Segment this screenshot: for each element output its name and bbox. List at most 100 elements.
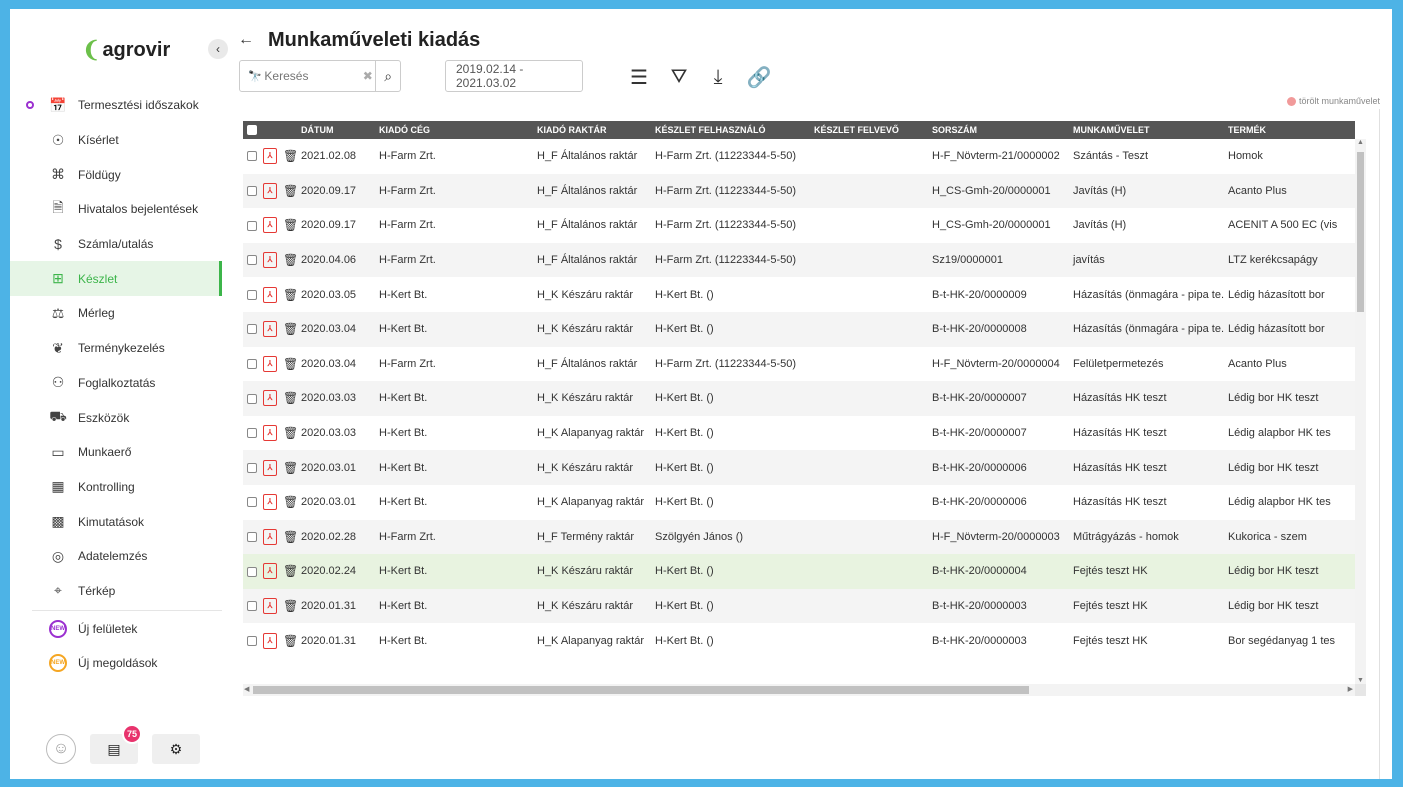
trash-icon[interactable]: 🗑 <box>279 520 297 555</box>
column-header[interactable]: KÉSZLET FELHASZNÁLÓ <box>651 121 810 139</box>
horizontal-scroll-thumb[interactable] <box>253 686 1029 694</box>
table-row[interactable]: ⅄ 🗑 2020.09.17 H-Farm Zrt. H_F Általános rak… <box>243 208 1355 243</box>
column-header[interactable]: KIADÓ RAKTÁR <box>533 121 651 139</box>
trash-icon[interactable]: 🗑 <box>279 277 297 312</box>
column-header[interactable]: DÁTUM <box>297 121 375 139</box>
pdf-icon[interactable]: ⅄ <box>259 416 279 451</box>
table-row[interactable]: ⅄ 🗑 2020.02.24 H-Kert Bt. H_K Készáru raktár… <box>243 554 1355 589</box>
trash-icon[interactable]: 🗑 <box>279 416 297 451</box>
table-row[interactable]: ⅄ 🗑 2020.03.05 H-Kert Bt. H_K Készáru raktár… <box>243 277 1355 312</box>
settings-button[interactable]: ⚙ <box>152 734 200 764</box>
row-checkbox[interactable] <box>243 277 259 312</box>
pdf-icon[interactable]: ⅄ <box>259 139 279 174</box>
column-header[interactable]: SORSZÁM <box>928 121 1069 139</box>
row-checkbox[interactable] <box>243 381 259 416</box>
sidebar-item-1[interactable]: ☉ Kísérlet <box>10 123 222 158</box>
sidebar-item-10[interactable]: ▭ Munkaerő <box>10 435 222 470</box>
sidebar-item-13[interactable]: ◎ Adatelemzés <box>10 539 222 574</box>
avatar[interactable]: ☺ <box>46 734 76 764</box>
sidebar-item-5[interactable]: ⊞ Készlet <box>10 261 222 297</box>
scroll-up-icon[interactable]: ▲ <box>1357 139 1364 146</box>
vertical-scroll-thumb[interactable] <box>1357 152 1364 312</box>
trash-icon[interactable]: 🗑 <box>279 139 297 174</box>
scroll-right-icon[interactable]: ▶ <box>1348 685 1353 693</box>
row-checkbox[interactable] <box>243 589 259 624</box>
horizontal-scrollbar[interactable]: ◀ ▶ <box>243 684 1355 696</box>
column-header[interactable]: KIADÓ CÉG <box>375 121 533 139</box>
pdf-icon[interactable]: ⅄ <box>259 347 279 382</box>
trash-icon[interactable]: 🗑 <box>279 554 297 589</box>
table-row[interactable]: ⅄ 🗑 2020.02.28 H-Farm Zrt. H_F Termény raktá… <box>243 519 1355 555</box>
sidebar-item-4[interactable]: $ Számla/utalás <box>10 227 222 262</box>
table-row[interactable]: ⅄ 🗑 2020.03.01 H-Kert Bt. H_K Készáru raktár… <box>243 450 1355 485</box>
trash-icon[interactable]: 🗑 <box>279 623 297 658</box>
trash-icon[interactable]: 🗑 <box>279 208 297 243</box>
table-row[interactable]: ⅄ 🗑 2020.01.31 H-Kert Bt. H_K Készáru raktár… <box>243 588 1355 624</box>
table-row[interactable]: ⅄ 🗑 2020.09.17 H-Farm Zrt. H_F Általános rak… <box>243 173 1355 209</box>
trash-icon[interactable]: 🗑 <box>279 174 297 209</box>
sidebar-new-item-0[interactable]: NEW Új felületek <box>10 611 222 646</box>
table-row[interactable]: ⅄ 🗑 2020.03.03 H-Kert Bt. H_K Alapanyag rakt… <box>243 416 1355 451</box>
row-checkbox[interactable] <box>243 520 259 555</box>
pdf-icon[interactable]: ⅄ <box>259 277 279 312</box>
collapse-sidebar-button[interactable]: ‹ <box>208 39 228 59</box>
pdf-icon[interactable]: ⅄ <box>259 312 279 347</box>
trash-icon[interactable]: 🗑 <box>279 312 297 347</box>
row-checkbox[interactable] <box>243 554 259 589</box>
sidebar-item-9[interactable]: ⛟ Eszközök <box>10 400 222 435</box>
logo[interactable]: ❨ agrovir <box>82 37 170 63</box>
row-checkbox[interactable] <box>243 416 259 451</box>
sidebar-item-7[interactable]: ❦ Terménykezelés <box>10 331 222 366</box>
pdf-icon[interactable]: ⅄ <box>259 554 279 589</box>
table-row[interactable]: ⅄ 🗑 2020.03.03 H-Kert Bt. H_K Készáru raktár… <box>243 381 1355 416</box>
pdf-icon[interactable]: ⅄ <box>259 623 279 658</box>
trash-icon[interactable]: 🗑 <box>279 347 297 382</box>
sidebar-item-6[interactable]: ⚖ Mérleg <box>10 296 222 331</box>
scroll-down-icon[interactable]: ▼ <box>1357 677 1364 684</box>
row-checkbox[interactable] <box>243 208 259 243</box>
trash-icon[interactable]: 🗑 <box>279 450 297 485</box>
sidebar-item-2[interactable]: ⌘ Földügy <box>10 157 222 192</box>
sidebar-item-0[interactable]: 📅 Termesztési időszakok <box>10 88 222 123</box>
messages-button[interactable]: ▤ 75 <box>90 724 142 764</box>
pdf-icon[interactable]: ⅄ <box>259 589 279 624</box>
pdf-icon[interactable]: ⅄ <box>259 485 279 520</box>
scroll-left-icon[interactable]: ◀ <box>244 685 249 693</box>
sidebar-item-8[interactable]: ⚇ Foglalkoztatás <box>10 366 222 401</box>
trash-icon[interactable]: 🗑 <box>279 589 297 624</box>
pdf-icon[interactable]: ⅄ <box>259 450 279 485</box>
download-icon[interactable]: ⤓ <box>706 65 730 89</box>
table-row[interactable]: ⅄ 🗑 2020.03.01 H-Kert Bt. H_K Alapanyag rakt… <box>243 485 1355 520</box>
trash-icon[interactable]: 🗑 <box>279 381 297 416</box>
pdf-icon[interactable]: ⅄ <box>259 243 279 278</box>
search-button[interactable]: ⌕ <box>375 61 400 91</box>
trash-icon[interactable]: 🗑 <box>279 485 297 520</box>
column-header[interactable]: MUNKAMŰVELET <box>1069 121 1224 139</box>
row-checkbox[interactable] <box>243 174 259 209</box>
row-checkbox[interactable] <box>243 243 259 278</box>
select-all-checkbox[interactable] <box>243 121 259 139</box>
table-row[interactable]: ⅄ 🗑 2020.03.04 H-Kert Bt. H_K Készáru raktár… <box>243 311 1355 347</box>
clear-search-icon[interactable]: ✖ <box>360 69 375 83</box>
pdf-icon[interactable]: ⅄ <box>259 520 279 555</box>
date-range-input[interactable]: 2019.02.14 - 2021.03.02 <box>445 60 583 92</box>
row-checkbox[interactable] <box>243 347 259 382</box>
pdf-icon[interactable]: ⅄ <box>259 381 279 416</box>
sidebar-new-item-1[interactable]: NEW Új megoldások <box>10 646 222 681</box>
sidebar-item-14[interactable]: ⌖ Térkép <box>10 574 222 609</box>
columns-icon[interactable]: ☰ <box>627 65 651 89</box>
link-icon[interactable]: 🔗 <box>747 65 772 89</box>
row-checkbox[interactable] <box>243 623 259 658</box>
pdf-icon[interactable]: ⅄ <box>259 208 279 243</box>
vertical-scrollbar[interactable]: ▲ ▼ <box>1355 139 1366 684</box>
table-row[interactable]: ⅄ 🗑 2021.02.08 H-Farm Zrt. H_F Általános rak… <box>243 139 1355 174</box>
column-header[interactable]: TERMÉK <box>1224 121 1355 139</box>
search-input[interactable] <box>264 69 361 83</box>
row-checkbox[interactable] <box>243 485 259 520</box>
row-checkbox[interactable] <box>243 312 259 347</box>
sidebar-item-3[interactable]: 🗎 Hivatalos bejelentések <box>10 192 222 227</box>
filter-icon[interactable]: ⛛ <box>667 65 691 89</box>
sidebar-item-11[interactable]: ▦ Kontrolling <box>10 470 222 505</box>
back-arrow-icon[interactable]: ← <box>238 31 254 49</box>
row-checkbox[interactable] <box>243 139 259 174</box>
